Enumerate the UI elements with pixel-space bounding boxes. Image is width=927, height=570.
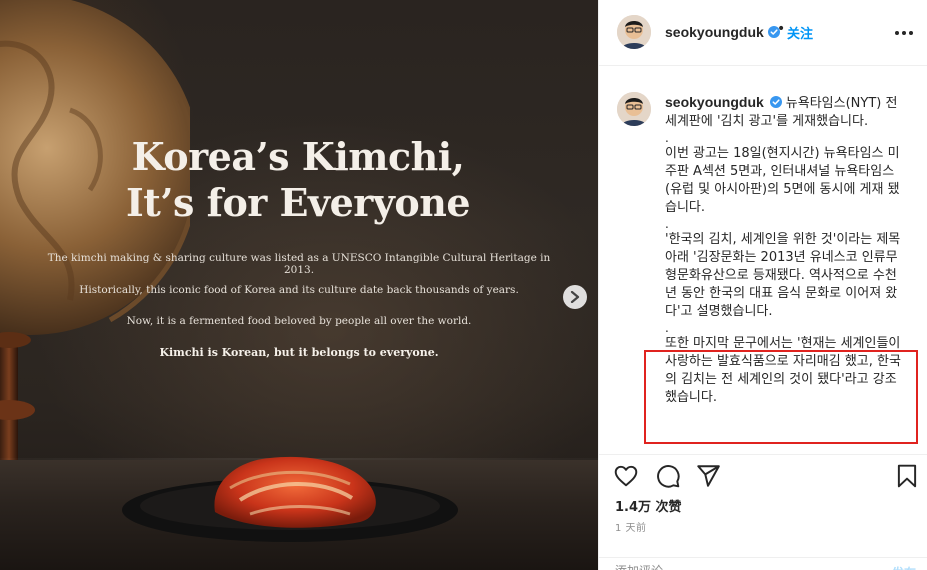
bookmark-icon[interactable] xyxy=(894,463,920,489)
ad-headline-line-1: Korea’s Kimchi, xyxy=(131,134,465,179)
avatar-image xyxy=(617,15,651,49)
post-image[interactable]: Korea’s Kimchi, It’s for Everyone The ki… xyxy=(0,0,598,570)
post-timestamp[interactable]: 1 天前 xyxy=(615,519,647,534)
comment-bar: 发布 xyxy=(599,557,927,570)
post-header: seokyoungduk • 关注 xyxy=(599,0,927,66)
ad-body-line-3: Now, it is a fermented food beloved by p… xyxy=(126,315,472,327)
ad-headline-line-2: It’s for Everyone xyxy=(125,180,471,225)
heart-icon[interactable] xyxy=(613,463,639,489)
caption-paragraph-4: 또한 마지막 문구에서는 '현재는 세계인들이 사랑하는 발효식품으로 자리매김… xyxy=(665,336,905,405)
verified-badge-icon xyxy=(769,96,782,108)
ad-body-line-1: The kimchi making & sharing culture was … xyxy=(47,252,551,276)
comment-icon[interactable] xyxy=(655,463,681,489)
caption-separator-1: . xyxy=(665,131,669,145)
chevron-right-icon xyxy=(570,291,580,303)
post-actions: 1.4万 次赞 1 天前 发布 xyxy=(599,454,927,570)
more-options-icon[interactable] xyxy=(894,26,914,40)
caption-text: seokyoungduk 뉴욕타임스(NYT) 전 세계판에 '김치 광고'를 게… xyxy=(665,93,905,407)
post-comment-button[interactable]: 发布 xyxy=(892,564,916,570)
follow-button[interactable]: 关注 xyxy=(787,23,813,42)
post-panel: seokyoungduk • 关注 seokyoungduk 뉴욕타임스(NYT)… xyxy=(598,0,927,570)
avatar[interactable] xyxy=(617,15,651,49)
likes-count[interactable]: 1.4万 次赞 xyxy=(615,496,682,515)
header-separator: • xyxy=(777,21,786,37)
share-icon[interactable] xyxy=(695,463,721,489)
avatar-image xyxy=(617,92,651,126)
caption-paragraph-2: 이번 광고는 18일(현지시간) 뉴욕타임스 미주판 A섹션 5면과, 인터내셔… xyxy=(665,146,900,215)
header-username[interactable]: seokyoungduk xyxy=(665,24,780,40)
caption-username[interactable]: seokyoungduk xyxy=(665,94,764,110)
caption-separator-2: . xyxy=(665,217,669,231)
comment-input[interactable] xyxy=(615,564,855,570)
kimchi-plate-illustration xyxy=(122,456,458,542)
caption-avatar[interactable] xyxy=(617,92,651,126)
carousel-next-button[interactable] xyxy=(563,285,587,309)
caption-area: seokyoungduk 뉴욕타임스(NYT) 전 세계판에 '김치 광고'를 게… xyxy=(599,66,927,454)
caption-paragraph-3: '한국의 김치, 세계인을 위한 것'이라는 제목 아래 '김장문화는 2013… xyxy=(665,232,905,319)
ad-body-line-2: Historically, this iconic food of Korea … xyxy=(79,284,519,296)
ad-tagline: Kimchi is Korean, but it belongs to ever… xyxy=(159,346,439,359)
username-text[interactable]: seokyoungduk xyxy=(665,24,764,40)
caption-separator-3: . xyxy=(665,321,669,335)
